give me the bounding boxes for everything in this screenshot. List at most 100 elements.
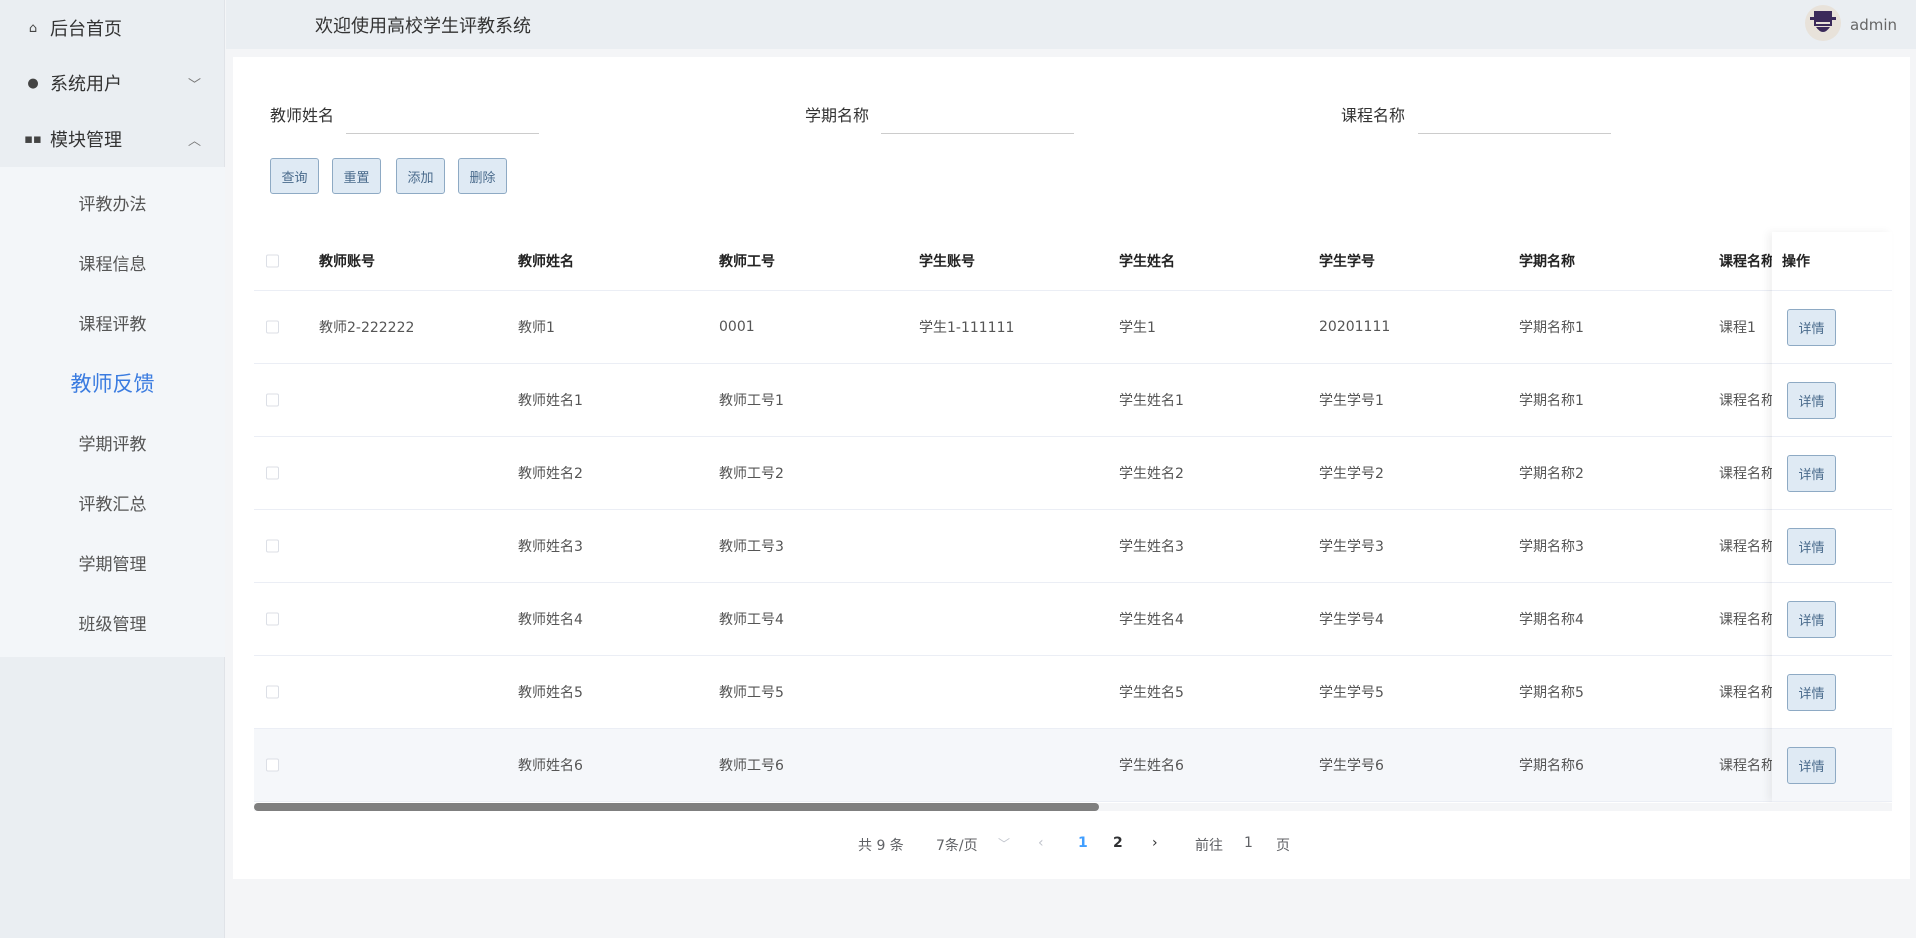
detail-button[interactable]: 详情 (1787, 747, 1836, 784)
detail-button[interactable]: 详情 (1787, 528, 1836, 565)
op-cell: 详情 (1772, 729, 1892, 802)
search-label: 教师姓名 (270, 106, 335, 125)
prev-page-icon[interactable]: ‹ (1038, 835, 1044, 851)
table-cell: 教师工号3 (719, 539, 784, 555)
goto-label: 前往 (1195, 838, 1223, 854)
column-header[interactable]: 学生姓名 (1119, 251, 1175, 271)
submenu-item[interactable]: 班级管理 (0, 610, 225, 635)
menu-label: 后台首页 (50, 19, 122, 40)
submenu-item[interactable]: 学期管理 (0, 550, 225, 575)
op-header: 操作 (1772, 232, 1892, 291)
column-header[interactable]: 学生学号 (1319, 251, 1375, 271)
row-checkbox[interactable] (266, 320, 279, 334)
page-1[interactable]: 1 (1078, 835, 1088, 851)
table-cell: 教师姓名5 (518, 685, 583, 701)
submenu-item[interactable]: 教师反馈 (0, 368, 225, 398)
row-checkbox[interactable] (266, 612, 279, 626)
table-cell: 教师姓名4 (518, 612, 583, 628)
submenu-item[interactable]: 课程信息 (0, 250, 225, 275)
table-cell: 学期名称2 (1519, 466, 1584, 482)
table-cell: 教师姓名1 (518, 393, 583, 409)
op-cell: 详情 (1772, 437, 1892, 510)
column-header[interactable]: 教师姓名 (518, 251, 574, 271)
pagination-total: 共 9 条 (858, 838, 904, 854)
menu-label: 模块管理 (50, 130, 122, 151)
op-cell: 详情 (1772, 510, 1892, 583)
submenu-item[interactable]: 评教办法 (0, 190, 225, 215)
column-header[interactable]: 课程名称 (1719, 251, 1775, 271)
table-row: 教师姓名3 教师工号3 学生姓名3 学生学号3 学期名称3 课程名称3 (254, 510, 1892, 583)
detail-button[interactable]: 详情 (1787, 309, 1836, 346)
row-checkbox[interactable] (266, 539, 279, 553)
table-cell: 学期名称4 (1519, 612, 1584, 628)
op-header-label: 操作 (1782, 254, 1810, 270)
table-cell: 学生姓名3 (1119, 539, 1184, 555)
select-all-checkbox[interactable] (266, 254, 279, 268)
detail-button[interactable]: 详情 (1787, 455, 1836, 492)
table-cell: 学期名称3 (1519, 539, 1584, 555)
table-row: 教师姓名5 教师工号5 学生姓名5 学生学号5 学期名称5 课程名称5 (254, 656, 1892, 729)
search-button[interactable]: 查询 (270, 158, 319, 194)
delete-button[interactable]: 删除 (458, 158, 507, 194)
detail-button[interactable]: 详情 (1787, 601, 1836, 638)
page-size-select[interactable]: 7条/页 (936, 835, 978, 855)
op-column: 操作 详情 详情 详情 详情 详情 详情 详情 (1772, 232, 1892, 802)
table-cell: 学期名称5 (1519, 685, 1584, 701)
username[interactable]: admin (1850, 16, 1897, 34)
sidebar-menu-0[interactable]: ⌂ 后台首页 (0, 0, 225, 56)
table-cell: 学期名称6 (1519, 758, 1584, 774)
row-checkbox[interactable] (266, 393, 279, 407)
sidebar-menu-2[interactable]: ▪▪ 模块管理 ︿ (0, 111, 225, 167)
chevron-down-icon: ﹀ (187, 77, 201, 93)
goto-input[interactable]: 1 (1244, 835, 1253, 851)
column-header[interactable]: 教师账号 (319, 251, 375, 271)
table-cell: 学生姓名1 (1119, 393, 1184, 409)
table-row: 教师姓名1 教师工号1 学生姓名1 学生学号1 学期名称1 课程名称1 (254, 364, 1892, 437)
table-cell: 学生学号6 (1319, 758, 1384, 774)
table-cell: 0001 (719, 319, 755, 335)
table-cell: 学生姓名4 (1119, 612, 1184, 628)
reset-button[interactable]: 重置 (332, 158, 381, 194)
column-header[interactable]: 学生账号 (919, 251, 975, 271)
search-input[interactable] (1418, 110, 1611, 134)
column-header[interactable]: 学期名称 (1519, 251, 1575, 271)
table-cell: 学生学号5 (1319, 685, 1384, 701)
table-row: 教师2-222222 教师1 0001 学生1-111111 学生1 20201111 学期… (254, 291, 1892, 364)
op-cell: 详情 (1772, 364, 1892, 437)
scrollbar-thumb[interactable] (254, 803, 1099, 811)
table-cell: 教师工号4 (719, 612, 784, 628)
submenu-item[interactable]: 课程评教 (0, 310, 225, 335)
page-2[interactable]: 2 (1113, 835, 1123, 851)
table-cell: 教师2-222222 (319, 320, 415, 336)
detail-button[interactable]: 详情 (1787, 382, 1836, 419)
detail-button[interactable]: 详情 (1787, 674, 1836, 711)
chevron-down-icon[interactable]: ﹀ (998, 835, 1010, 852)
row-checkbox[interactable] (266, 685, 279, 699)
page-title: 欢迎使用高校学生评教系统 (315, 16, 531, 37)
table-cell: 学生姓名6 (1119, 758, 1184, 774)
table-cell: 学生学号1 (1319, 393, 1384, 409)
submenu-item[interactable]: 评教汇总 (0, 490, 225, 515)
table-row: 教师姓名6 教师工号6 学生姓名6 学生学号6 学期名称6 课程名称6 (254, 729, 1892, 802)
next-page-icon[interactable]: › (1152, 835, 1158, 851)
add-button[interactable]: 添加 (396, 158, 445, 194)
row-checkbox[interactable] (266, 466, 279, 480)
sidebar-menu-1[interactable]: ● 系统用户 ﹀ (0, 55, 225, 111)
submenu-item[interactable]: 学期评教 (0, 430, 225, 455)
table-cell: 学生姓名2 (1119, 466, 1184, 482)
table-cell: 20201111 (1319, 319, 1391, 335)
op-cell: 详情 (1772, 583, 1892, 656)
op-cell: 详情 (1772, 291, 1892, 364)
search-input[interactable] (346, 110, 539, 134)
page-suffix: 页 (1276, 838, 1290, 854)
search-input[interactable] (881, 110, 1074, 134)
table-cell: 教师1 (518, 320, 555, 336)
table-cell: 学生1 (1119, 320, 1156, 336)
menu-label: 系统用户 (50, 74, 122, 95)
chevron-up-icon: ︿ (187, 133, 201, 149)
column-header[interactable]: 教师工号 (719, 251, 775, 271)
avatar[interactable] (1805, 5, 1841, 41)
grid-icon: ▪▪ (24, 131, 42, 147)
row-checkbox[interactable] (266, 758, 279, 772)
user-icon: ● (27, 75, 39, 91)
